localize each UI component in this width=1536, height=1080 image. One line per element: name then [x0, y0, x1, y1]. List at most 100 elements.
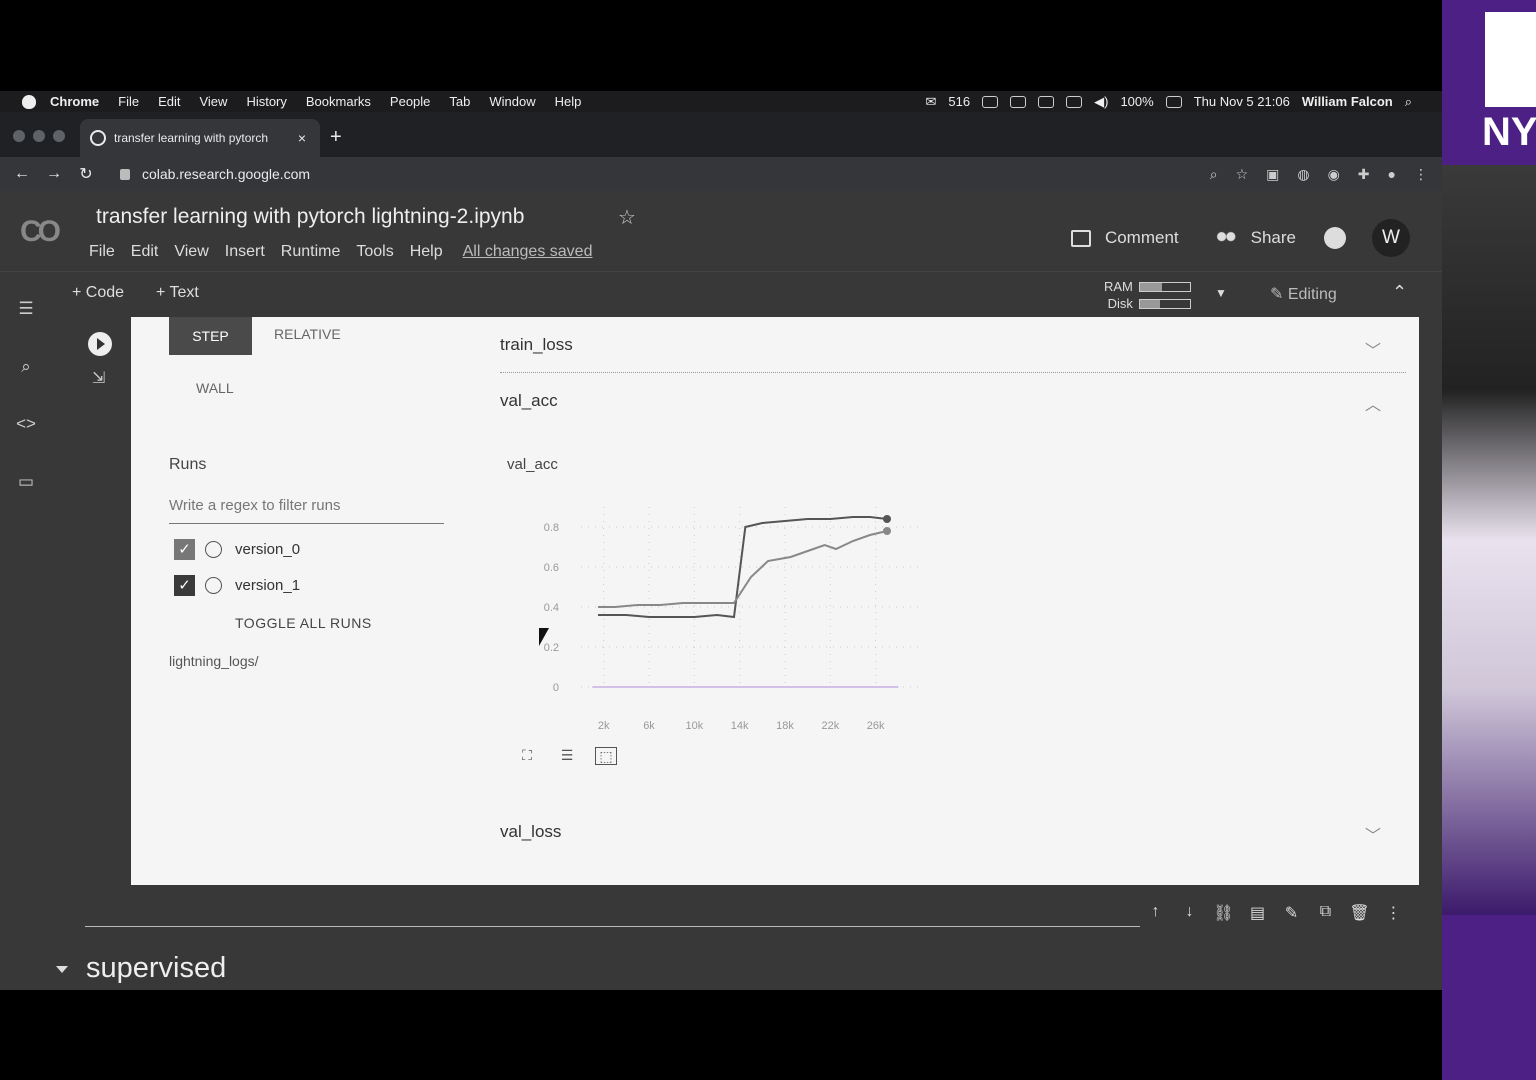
- bookmark-star-icon[interactable]: ☆: [1236, 166, 1249, 183]
- colab-menu-edit[interactable]: Edit: [131, 243, 159, 261]
- chevron-up-icon[interactable]: ︿: [1365, 391, 1381, 415]
- wifi-icon[interactable]: [1066, 95, 1083, 108]
- search-icon[interactable]: ⌕: [15, 357, 37, 379]
- mirror-cell-icon[interactable]: ⧉: [1315, 903, 1336, 923]
- mail-icon[interactable]: ✉: [926, 94, 937, 110]
- display-icon[interactable]: [1038, 95, 1055, 108]
- resource-monitor[interactable]: RAM Disk: [1104, 278, 1191, 312]
- webcam-video: [1442, 165, 1536, 915]
- kebab-menu-icon[interactable]: ⋮: [1414, 166, 1428, 183]
- new-tab-button[interactable]: +: [330, 126, 342, 149]
- window-close-icon[interactable]: [13, 130, 25, 142]
- collapse-section-icon[interactable]: [56, 966, 68, 973]
- run-radio[interactable]: [205, 576, 222, 594]
- extension-icon[interactable]: ▣: [1266, 166, 1279, 183]
- settings-gear-icon[interactable]: [1324, 227, 1346, 249]
- volume-icon[interactable]: ◀): [1094, 94, 1108, 110]
- toggle-log-scale-icon[interactable]: ☰: [556, 747, 578, 765]
- forward-icon[interactable]: →: [38, 165, 70, 183]
- x-axis-step-button[interactable]: STEP: [169, 317, 252, 355]
- menu-people[interactable]: People: [390, 94, 430, 109]
- cloud-icon[interactable]: [982, 95, 999, 108]
- table-of-contents-icon[interactable]: ☰: [15, 299, 37, 321]
- output-action-icon[interactable]: ⇲: [92, 368, 105, 388]
- menu-help[interactable]: Help: [555, 94, 582, 109]
- editing-mode-button[interactable]: ✎ Editing: [1270, 284, 1337, 304]
- profile-icon[interactable]: ●: [1388, 166, 1396, 182]
- run-filter-input[interactable]: Write a regex to filter runs: [169, 494, 444, 524]
- menu-tab[interactable]: Tab: [449, 94, 470, 109]
- add-code-button[interactable]: + Code: [72, 284, 124, 302]
- fit-domain-icon[interactable]: ⬚: [595, 747, 617, 765]
- code-snippets-icon[interactable]: <>: [15, 414, 37, 436]
- edit-cell-icon[interactable]: ✎: [1281, 903, 1302, 923]
- x-axis-relative-button[interactable]: RELATIVE: [274, 326, 341, 342]
- chevron-down-icon[interactable]: ﹀: [1365, 337, 1381, 361]
- section-val-acc[interactable]: val_acc: [500, 391, 558, 411]
- reload-icon[interactable]: ↻: [70, 164, 102, 184]
- menu-history[interactable]: History: [246, 94, 286, 109]
- colab-menu-help[interactable]: Help: [410, 243, 443, 261]
- x-axis-wall-button[interactable]: WALL: [196, 380, 234, 396]
- cell-more-icon[interactable]: ⋮: [1383, 903, 1404, 923]
- run-row[interactable]: ✓ version_0: [174, 537, 300, 561]
- colab-menu-insert[interactable]: Insert: [225, 243, 265, 261]
- spotlight-search-icon[interactable]: ⌕: [1405, 94, 1412, 110]
- menubar-user[interactable]: William Falcon: [1302, 94, 1393, 109]
- save-status-link[interactable]: All changes saved: [463, 243, 593, 261]
- move-cell-up-icon[interactable]: ↑: [1145, 903, 1166, 923]
- share-button[interactable]: Share: [1251, 228, 1296, 248]
- dropbox-icon[interactable]: [1010, 95, 1027, 108]
- window-zoom-icon[interactable]: [53, 130, 65, 142]
- chevron-down-icon[interactable]: ﹀: [1365, 822, 1381, 846]
- back-icon[interactable]: ←: [6, 165, 38, 183]
- menu-edit[interactable]: Edit: [158, 94, 180, 109]
- collapse-header-icon[interactable]: ⌃: [1392, 282, 1407, 303]
- link-to-cell-icon[interactable]: ⛓: [1213, 903, 1234, 923]
- tab-close-icon[interactable]: ×: [294, 130, 310, 146]
- extension-icon-2[interactable]: ◍: [1297, 166, 1309, 183]
- run-checkbox[interactable]: ✓: [174, 538, 195, 560]
- colab-menu: File Edit View Insert Runtime Tools Help…: [89, 243, 608, 261]
- run-radio[interactable]: [205, 540, 222, 558]
- avatar[interactable]: W: [1372, 219, 1410, 257]
- editing-label: Editing: [1287, 286, 1337, 303]
- run-row[interactable]: ✓ version_1: [174, 573, 300, 597]
- address-bar[interactable]: colab.research.google.com: [110, 160, 1210, 188]
- battery-icon[interactable]: [1165, 95, 1182, 108]
- colab-menu-tools[interactable]: Tools: [356, 243, 393, 261]
- move-cell-down-icon[interactable]: ↓: [1179, 903, 1200, 923]
- toggle-all-runs-button[interactable]: TOGGLE ALL RUNS: [235, 615, 372, 631]
- notebook-title[interactable]: transfer learning with pytorch lightning…: [96, 205, 524, 229]
- colab-menu-file[interactable]: File: [89, 243, 115, 261]
- extension-icon-3[interactable]: ◉: [1328, 166, 1340, 183]
- window-minimize-icon[interactable]: [33, 130, 45, 142]
- apple-icon[interactable]: [22, 94, 36, 109]
- val-acc-chart[interactable]: 00.20.40.60.82k 6k 10k 14k 18k 22k 26k: [521, 487, 941, 737]
- add-comment-icon[interactable]: ▤: [1247, 903, 1268, 923]
- section-train-loss[interactable]: train_loss: [500, 335, 573, 355]
- menu-chrome[interactable]: Chrome: [50, 94, 99, 109]
- run-cell-button[interactable]: [88, 332, 112, 356]
- run-checkbox[interactable]: ✓: [174, 574, 195, 596]
- menu-bookmarks[interactable]: Bookmarks: [306, 94, 371, 109]
- fullscreen-icon[interactable]: ⛶: [516, 747, 538, 765]
- comment-button[interactable]: Comment: [1105, 228, 1179, 248]
- colab-menu-runtime[interactable]: Runtime: [281, 243, 341, 261]
- section-val-loss[interactable]: val_loss: [500, 822, 561, 842]
- menubar-clock[interactable]: Thu Nov 5 21:06: [1194, 94, 1290, 109]
- menu-window[interactable]: Window: [489, 94, 535, 109]
- delete-cell-icon[interactable]: 🗑: [1349, 903, 1370, 923]
- add-text-button[interactable]: + Text: [156, 284, 199, 302]
- puzzle-icon[interactable]: ✚: [1358, 166, 1370, 183]
- resources-dropdown-icon[interactable]: ▼: [1215, 286, 1227, 300]
- star-icon[interactable]: ☆: [618, 205, 636, 230]
- zoom-icon[interactable]: ⌕: [1210, 166, 1218, 183]
- files-folder-icon[interactable]: ▭: [15, 472, 37, 494]
- colab-menu-view[interactable]: View: [174, 243, 208, 261]
- colab-logo[interactable]: CO: [20, 215, 61, 249]
- tab-colab[interactable]: transfer learning with pytorch ×: [80, 119, 320, 157]
- x-tick-label: 6k: [643, 720, 655, 732]
- menu-view[interactable]: View: [199, 94, 227, 109]
- menu-file[interactable]: File: [118, 94, 139, 109]
